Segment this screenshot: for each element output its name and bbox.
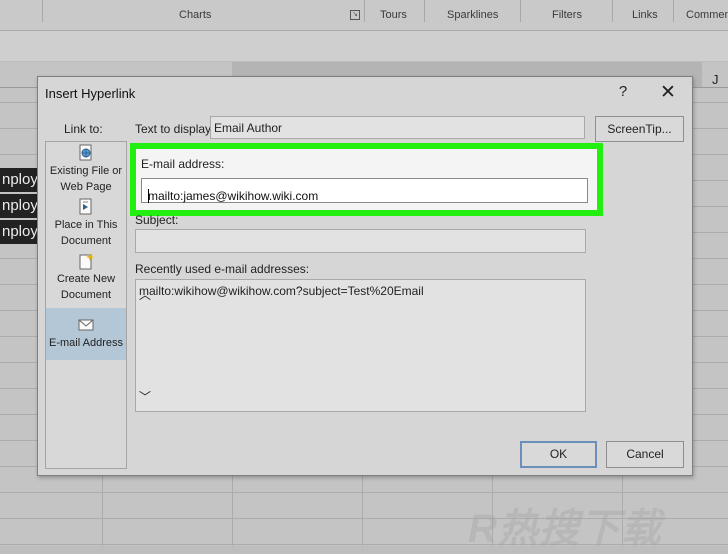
dialog-title: Insert Hyperlink xyxy=(45,86,136,101)
ribbon-group-sparklines[interactable]: Sparklines xyxy=(447,9,498,21)
nav-existing-file[interactable]: Existing File or Web Page xyxy=(46,144,126,200)
nav-create-line2: Document xyxy=(60,289,112,301)
subject-input[interactable] xyxy=(135,229,586,253)
ribbon-separator xyxy=(424,0,425,22)
recent-emails-label: Recently used e-mail addresses: xyxy=(135,262,310,276)
ok-button[interactable]: OK xyxy=(520,441,597,468)
email-highlight-box: E-mail address: mailto:james@wikihow.wik… xyxy=(130,143,603,216)
nav-email-label: E-mail Address xyxy=(49,337,123,349)
formula-bar-area xyxy=(0,31,728,61)
text-to-display-value: Email Author xyxy=(214,121,283,135)
new-document-icon xyxy=(79,253,94,270)
insert-hyperlink-dialog: Insert Hyperlink ? ✕ Link to: Existing F… xyxy=(37,76,693,476)
ribbon-separator xyxy=(520,0,521,22)
screentip-button[interactable]: ScreenTip... xyxy=(595,116,684,142)
cell-text[interactable]: nploy xyxy=(0,220,38,244)
ribbon-group-links[interactable]: Links xyxy=(632,9,658,21)
text-to-display-label: Text to display: xyxy=(135,122,215,136)
nav-create-line1: Create New xyxy=(56,273,116,285)
nav-existing-file-line1: Existing File or xyxy=(49,165,123,177)
ribbon-group-tours[interactable]: Tours xyxy=(380,9,407,21)
cancel-button[interactable]: Cancel xyxy=(606,441,684,468)
nav-place-line1: Place in This xyxy=(54,219,118,231)
nav-existing-file-line2: Web Page xyxy=(60,181,112,193)
cell-labels: nploy nploy nploy xyxy=(0,168,38,246)
link-to-panel: Existing File or Web Page Place in This … xyxy=(45,141,127,469)
nav-email-address[interactable]: E-mail Address xyxy=(46,308,126,360)
file-globe-icon xyxy=(79,144,92,161)
charts-dialog-launcher-icon[interactable]: ↘ xyxy=(350,10,360,20)
email-icon xyxy=(78,319,94,331)
help-button[interactable]: ? xyxy=(615,83,631,100)
cell-text[interactable]: nploy xyxy=(0,168,38,192)
ribbon-separator xyxy=(673,0,674,22)
watermark: R热搜下载 xyxy=(468,507,662,551)
scroll-down-icon[interactable]: ﹀ xyxy=(139,388,579,405)
ribbon-group-filters[interactable]: Filters xyxy=(552,9,582,21)
column-letter[interactable]: J xyxy=(712,72,719,87)
ribbon-separator xyxy=(364,0,365,22)
email-address-label: E-mail address: xyxy=(141,157,225,171)
link-to-label: Link to: xyxy=(64,122,103,136)
nav-create-new-document[interactable]: Create New Document xyxy=(46,252,126,306)
scroll-up-icon[interactable]: ︿ xyxy=(139,286,579,303)
document-place-icon xyxy=(79,198,92,215)
close-icon[interactable]: ✕ xyxy=(658,81,678,104)
nav-place-in-document[interactable]: Place in This Document xyxy=(46,198,126,252)
ribbon-group-charts[interactable]: Charts xyxy=(179,9,211,21)
text-caret xyxy=(148,189,149,203)
ribbon-separator xyxy=(612,0,613,22)
ribbon-group-comments[interactable]: Commen xyxy=(686,9,728,21)
email-address-input[interactable]: mailto:james@wikihow.wiki.com xyxy=(141,178,588,203)
email-address-value: mailto:james@wikihow.wiki.com xyxy=(148,189,319,203)
ribbon-separator xyxy=(42,0,43,22)
subject-label: Subject: xyxy=(135,213,179,227)
cell-text[interactable]: nploy xyxy=(0,194,38,218)
excel-ribbon: Charts ↘ Tours Sparklines Filters Links … xyxy=(0,0,728,31)
text-to-display-input[interactable]: Email Author xyxy=(210,116,585,139)
nav-place-line2: Document xyxy=(60,235,112,247)
recent-emails-list[interactable]: mailto:wikihow@wikihow.com?subject=Test%… xyxy=(135,279,586,412)
